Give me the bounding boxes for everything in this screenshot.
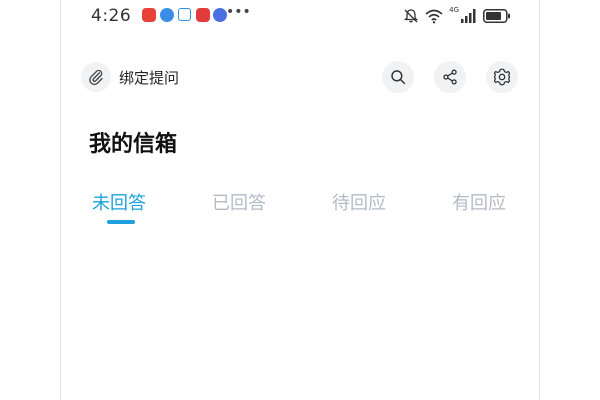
notification-app-icon: [178, 8, 191, 21]
gear-icon: [493, 68, 511, 86]
share-icon: [443, 69, 457, 85]
paperclip-icon: [89, 69, 103, 86]
battery-icon: [483, 9, 510, 23]
network-type: 4G: [449, 6, 459, 14]
right-border: [539, 0, 540, 400]
tab-unanswered[interactable]: 未回答: [92, 189, 146, 215]
attach-icon-wrap: [81, 62, 111, 92]
notification-app-icon: [142, 8, 156, 22]
status-time: 4:26: [91, 6, 132, 26]
share-button[interactable]: [434, 61, 466, 93]
wifi-icon: [425, 9, 443, 24]
bind-question-button[interactable]: 绑定提问: [81, 62, 179, 92]
more-notifications-icon: •••: [226, 4, 251, 20]
search-button[interactable]: [382, 61, 414, 93]
signal-icon: [461, 9, 476, 23]
status-right-group: 4G: [403, 6, 511, 25]
tab-responded[interactable]: 有回应: [452, 189, 506, 215]
notification-app-icon: [196, 8, 210, 22]
settings-button[interactable]: [486, 61, 518, 93]
phone-screen: 4:26 ••• 4G 绑定提问 我的信箱 未回答 已回答 待回应 有回应: [61, 0, 539, 400]
notification-app-icon: [160, 8, 174, 22]
active-tab-indicator: [107, 220, 135, 224]
mute-bell-icon: [404, 9, 419, 23]
tab-answered[interactable]: 已回答: [212, 189, 266, 215]
bind-question-label: 绑定提问: [119, 68, 180, 87]
status-bar: 4:26 ••• 4G: [61, 0, 539, 32]
tab-pending-response[interactable]: 待回应: [332, 189, 386, 215]
page-title: 我的信箱: [89, 132, 178, 157]
search-icon: [391, 70, 406, 85]
notification-app-icon: [213, 8, 227, 22]
